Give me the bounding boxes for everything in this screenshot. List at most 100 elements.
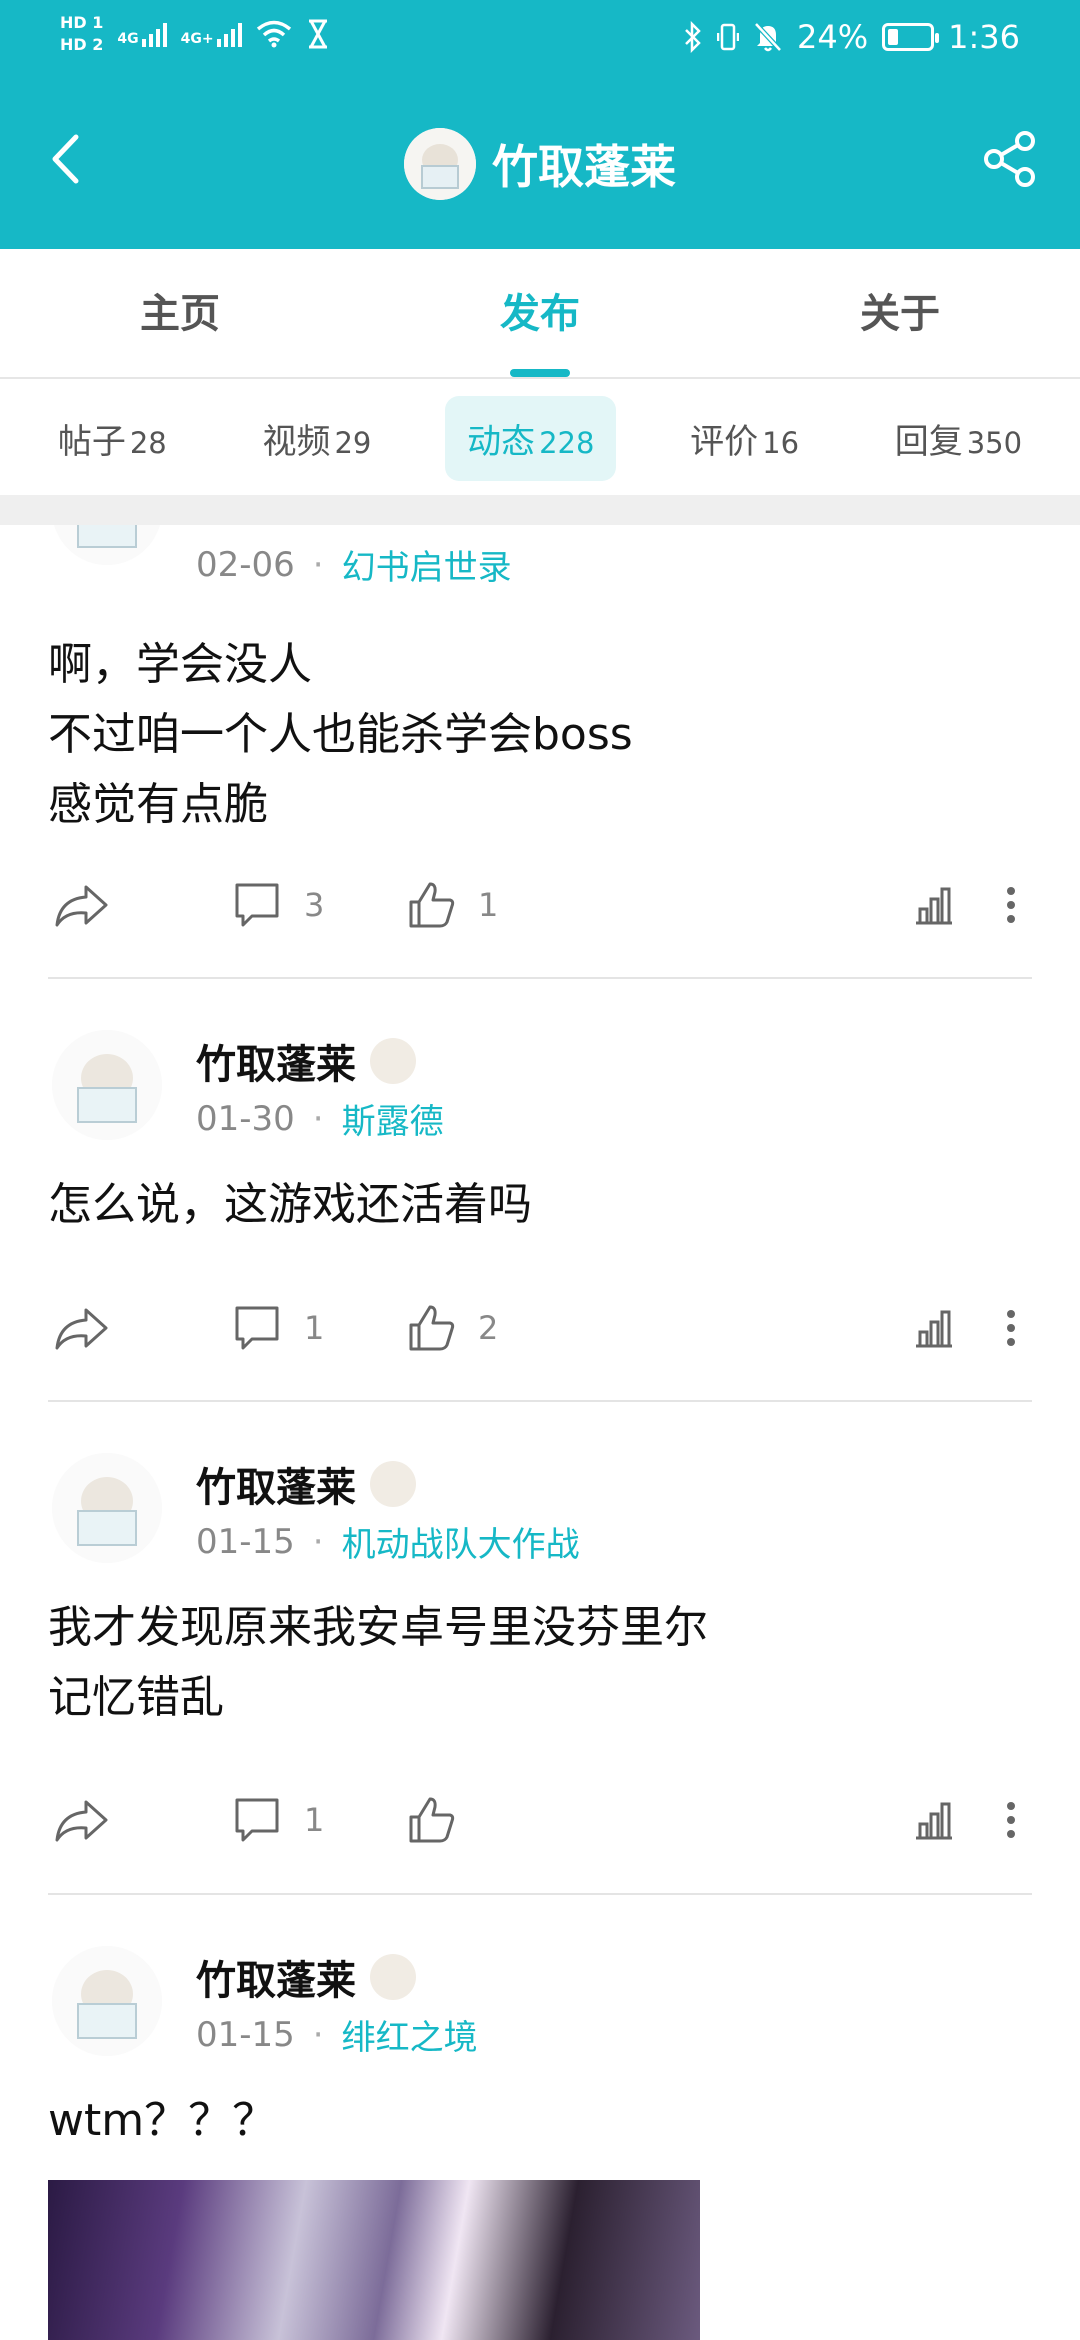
subtab-count: 28	[129, 425, 167, 460]
subtab-label: 动态	[467, 421, 536, 462]
like-count: 1	[478, 886, 499, 924]
comment-button[interactable]: 3	[232, 865, 324, 945]
comment-count: 1	[304, 1309, 325, 1347]
forward-button[interactable]	[52, 865, 112, 945]
avatar[interactable]	[52, 525, 162, 565]
author-name[interactable]: 竹取蓬莱	[196, 1455, 416, 1513]
subtab-reviews[interactable]: 评价 16	[668, 396, 821, 481]
share-icon	[984, 131, 1035, 187]
signal-1: 4G	[117, 21, 167, 47]
header-user[interactable]: 竹取蓬莱	[0, 128, 1080, 200]
stats-icon	[916, 887, 952, 925]
stats-icon	[916, 1310, 952, 1348]
subtab-count: 350	[966, 425, 1023, 460]
subtab-threads[interactable]: 帖子 28	[36, 396, 189, 481]
subtab-replies[interactable]: 回复 350	[873, 396, 1044, 481]
game-link[interactable]: 斯露德	[342, 1094, 444, 1143]
subtab-label: 视频	[262, 421, 331, 462]
like-button[interactable]: 1	[406, 865, 498, 945]
post-divider	[48, 1893, 1032, 1895]
post-meta: 01-15 · 绯红之境	[196, 2010, 478, 2059]
stats-button[interactable]	[912, 1288, 956, 1368]
thumbs-up-icon	[409, 882, 455, 928]
more-icon	[1007, 1802, 1015, 1838]
status-right: 24% 1:36	[683, 18, 1020, 56]
author-label: 竹取蓬莱	[196, 1465, 356, 1511]
app-header: 竹取蓬莱	[0, 84, 1080, 249]
comment-count: 3	[304, 886, 325, 924]
tab-about[interactable]: 关于	[720, 249, 1080, 377]
game-link[interactable]: 绯红之境	[342, 2010, 478, 2059]
post-content[interactable]: wtm？？？	[48, 2086, 1038, 2156]
game-link[interactable]: 幻书启世录	[342, 540, 512, 589]
more-button[interactable]	[1006, 1780, 1016, 1860]
post-content[interactable]: 我才发现原来我安卓号里没芬里尔 记忆错乱	[48, 1593, 1038, 1733]
like-button[interactable]	[406, 1780, 478, 1860]
meta-separator: ·	[312, 544, 324, 585]
share-button[interactable]	[980, 129, 1040, 189]
post-card[interactable]: 02-06 · 幻书启世录 啊，学会没人 不过咱一个人也能杀学会boss 感觉有…	[0, 525, 1080, 980]
top-bar: HD 1 HD 2 4G 4G+ 24% 1:36 竹取蓬莱	[0, 0, 1080, 249]
avatar[interactable]	[52, 1453, 162, 1563]
forward-button[interactable]	[52, 1780, 112, 1860]
battery-text: 24%	[797, 18, 869, 56]
subtab-label: 评价	[690, 421, 759, 462]
stats-icon	[916, 1802, 952, 1840]
meta-separator: ·	[312, 2014, 324, 2055]
content-line: 我才发现原来我安卓号里没芬里尔	[48, 1602, 708, 1653]
hd-indicator: HD 1 HD 2	[60, 14, 103, 54]
post-actions: 1 2	[0, 1288, 1080, 1368]
main-tabs: 主页 发布 关于	[0, 249, 1080, 379]
subtab-videos[interactable]: 视频 29	[240, 396, 393, 481]
hd1-label: HD 1	[60, 13, 104, 32]
forward-icon	[55, 1800, 108, 1842]
subtab-moments[interactable]: 动态 228	[445, 395, 617, 481]
feed: 02-06 · 幻书启世录 啊，学会没人 不过咱一个人也能杀学会boss 感觉有…	[0, 525, 1080, 2340]
author-name[interactable]: 竹取蓬莱	[196, 1032, 416, 1090]
like-button[interactable]: 2	[406, 1288, 498, 1368]
content-line: 怎么说，这游戏还活着吗	[48, 1179, 532, 1230]
post-content[interactable]: 啊，学会没人 不过咱一个人也能杀学会boss 感觉有点脆	[48, 630, 1038, 840]
comment-icon	[235, 1798, 279, 1842]
post-image[interactable]	[48, 2180, 700, 2340]
status-bar: HD 1 HD 2 4G 4G+ 24% 1:36	[0, 0, 1080, 84]
more-button[interactable]	[1006, 1288, 1016, 1368]
post-card[interactable]: 竹取蓬莱 01-15 · 绯红之境 wtm？？？	[0, 1896, 1080, 2340]
post-content[interactable]: 怎么说，这游戏还活着吗	[48, 1170, 1038, 1240]
stats-button[interactable]	[912, 1780, 956, 1860]
avatar[interactable]	[52, 1030, 162, 1140]
post-card[interactable]: 竹取蓬莱 01-15 · 机动战队大作战 我才发现原来我安卓号里没芬里尔 记忆错…	[0, 1403, 1080, 1896]
stats-button[interactable]	[912, 865, 956, 945]
vibrate-icon	[717, 23, 740, 51]
game-link[interactable]: 机动战队大作战	[342, 1517, 580, 1566]
content-line: 感觉有点脆	[48, 779, 268, 830]
active-tab-indicator	[510, 369, 570, 377]
subtab-count: 16	[762, 425, 800, 460]
wifi-icon	[256, 20, 291, 48]
post-actions: 1	[0, 1780, 1080, 1860]
post-actions: 3 1	[0, 865, 1080, 945]
signal-bars-icon	[216, 21, 242, 47]
content-line: wtm？？？	[48, 2095, 277, 2146]
content-line: 记忆错乱	[48, 1672, 224, 1723]
post-meta: 01-15 · 机动战队大作战	[196, 1517, 580, 1566]
tab-posts-label: 发布	[500, 291, 580, 337]
tab-home[interactable]: 主页	[0, 249, 360, 377]
thumbs-up-icon	[409, 1305, 455, 1351]
badge-icon	[370, 1038, 416, 1084]
avatar[interactable]	[52, 1946, 162, 2056]
post-date: 02-06	[196, 544, 295, 585]
badge-icon	[370, 1461, 416, 1507]
subtab-count: 228	[539, 425, 595, 460]
post-divider	[48, 1400, 1032, 1402]
comment-button[interactable]: 1	[232, 1288, 324, 1368]
forward-button[interactable]	[52, 1288, 112, 1368]
tab-posts[interactable]: 发布	[360, 249, 720, 377]
post-card[interactable]: 竹取蓬莱 01-30 · 斯露德 怎么说，这游戏还活着吗 1 2	[0, 980, 1080, 1403]
net1-label: 4G	[117, 31, 139, 47]
comment-button[interactable]: 1	[232, 1780, 324, 1860]
avatar-image	[52, 525, 162, 565]
author-name[interactable]: 竹取蓬莱	[196, 1948, 416, 2006]
more-button[interactable]	[1006, 865, 1016, 945]
battery-icon	[882, 23, 940, 51]
